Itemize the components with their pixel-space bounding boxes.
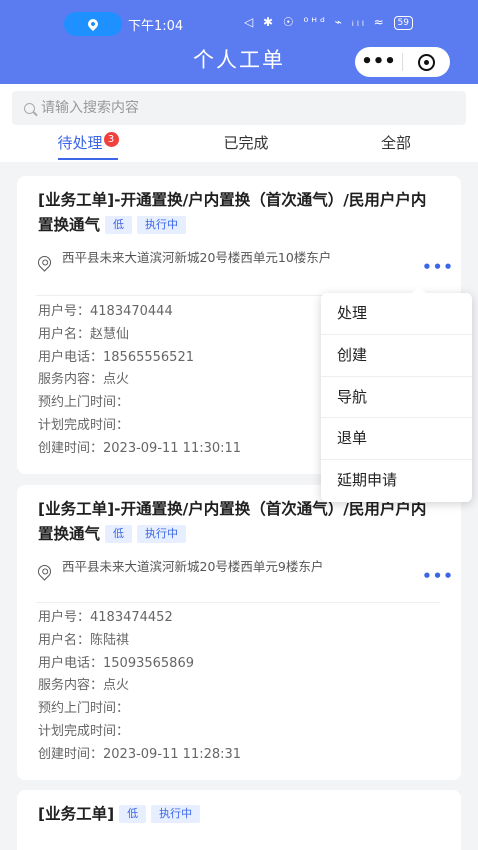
location-icon bbox=[35, 562, 54, 581]
created-time: 创建时间：2023-09-11 11:28:31 bbox=[38, 746, 242, 762]
more-actions-button[interactable]: ••• bbox=[421, 258, 455, 276]
work-order-card[interactable]: [业务工单]-开通置换/户内置换（首次通气）/民用户户内置换通气低执行中 西平县… bbox=[17, 485, 461, 780]
work-order-title-text: [业务工单]-开通置换/户内置换（首次通气）/民用户户内置换通气 bbox=[38, 500, 427, 543]
appointment-time: 预约上门时间： bbox=[38, 701, 130, 717]
work-order-card[interactable]: [业务工单] 低执行中 bbox=[17, 790, 461, 850]
actions-popover-menu: 处理 创建 导航 退单 延期申请 bbox=[321, 286, 472, 502]
work-order-title: [业务工单] 低执行中 bbox=[38, 802, 438, 827]
location-icon bbox=[35, 253, 54, 272]
mini-program-capsule: ••• bbox=[355, 47, 450, 77]
address-text: 西平县未来大道滨河新城20号楼西单元10楼东户 bbox=[62, 250, 332, 265]
menu-item-navigate[interactable]: 导航 bbox=[321, 377, 472, 419]
menu-item-process[interactable]: 处理 bbox=[321, 293, 472, 335]
menu-item-return[interactable]: 退单 bbox=[321, 418, 472, 461]
service-content: 服务内容：点火 bbox=[38, 678, 130, 694]
more-actions-button[interactable]: ••• bbox=[421, 567, 455, 585]
tab-pending-label: 待处理 bbox=[57, 134, 103, 152]
pending-count-badge: 3 bbox=[103, 132, 119, 147]
search-bar[interactable] bbox=[12, 91, 466, 125]
search-input[interactable] bbox=[41, 100, 441, 116]
menu-item-extension-request[interactable]: 延期申请 bbox=[321, 460, 472, 502]
target-icon bbox=[418, 53, 435, 71]
search-icon bbox=[24, 102, 35, 114]
work-order-title-text: [业务工单] bbox=[38, 805, 115, 823]
work-order-title-text: [业务工单]-开通置换/户内置换（首次通气）/民用户户内置换通气 bbox=[38, 191, 427, 234]
priority-tag: 低 bbox=[119, 805, 147, 823]
battery-icon: 59 bbox=[393, 15, 413, 30]
planned-completion-time: 计划完成时间： bbox=[38, 723, 130, 739]
work-order-title: [业务工单]-开通置换/户内置换（首次通气）/民用户户内置换通气低执行中 bbox=[38, 497, 438, 547]
priority-tag: 低 bbox=[105, 216, 133, 234]
menu-item-create[interactable]: 创建 bbox=[321, 335, 472, 377]
location-pill[interactable] bbox=[64, 12, 122, 36]
close-program-button[interactable] bbox=[403, 53, 450, 71]
app-header: 下午1:04 ◁ ✱ ☉ ⁰ᴴᵈ ⌁ ᵢₗₗ ≈ 59 个人工单 ••• bbox=[0, 0, 478, 84]
user-name: 用户名：陈陆祺 bbox=[38, 632, 130, 648]
tab-bar: 待处理 3 已完成 全部 bbox=[0, 132, 478, 162]
search-and-tabs: 待处理3 已完成 全部 bbox=[0, 84, 478, 162]
work-order-title: [业务工单]-开通置换/户内置换（首次通气）/民用户户内置换通气低执行中 bbox=[38, 188, 438, 238]
address-text: 西平县未来大道滨河新城20号楼西单元9楼东户 bbox=[62, 559, 324, 574]
status-bar: 下午1:04 ◁ ✱ ☉ ⁰ᴴᵈ ⌁ ᵢₗₗ ≈ 59 bbox=[0, 12, 478, 36]
user-id: 用户号：4183474452 bbox=[38, 610, 173, 625]
tab-pending[interactable]: 待处理 3 bbox=[38, 132, 138, 153]
status-tag: 执行中 bbox=[137, 216, 187, 234]
order-details: 用户号：4183474452 用户名：陈陆祺 用户电话：15093565869 … bbox=[38, 607, 398, 767]
status-tag: 执行中 bbox=[151, 805, 201, 823]
divider bbox=[36, 602, 440, 603]
status-time: 下午1:04 bbox=[128, 19, 184, 34]
status-icons: ◁ ✱ ☉ ⁰ᴴᵈ ⌁ ᵢₗₗ ≈ 59 bbox=[244, 15, 413, 30]
more-options-button[interactable]: ••• bbox=[355, 49, 402, 75]
user-phone: 用户电话：15093565869 bbox=[38, 655, 194, 671]
status-tag: 执行中 bbox=[137, 525, 187, 543]
priority-tag: 低 bbox=[105, 525, 133, 543]
tab-completed[interactable]: 已完成 bbox=[196, 132, 296, 153]
tab-all[interactable]: 全部 bbox=[346, 132, 446, 153]
location-icon bbox=[85, 16, 101, 32]
active-tab-indicator bbox=[58, 158, 118, 160]
status-icon-row: ◁ ✱ ☉ ⁰ᴴᵈ ⌁ ᵢₗₗ ≈ bbox=[244, 15, 387, 29]
